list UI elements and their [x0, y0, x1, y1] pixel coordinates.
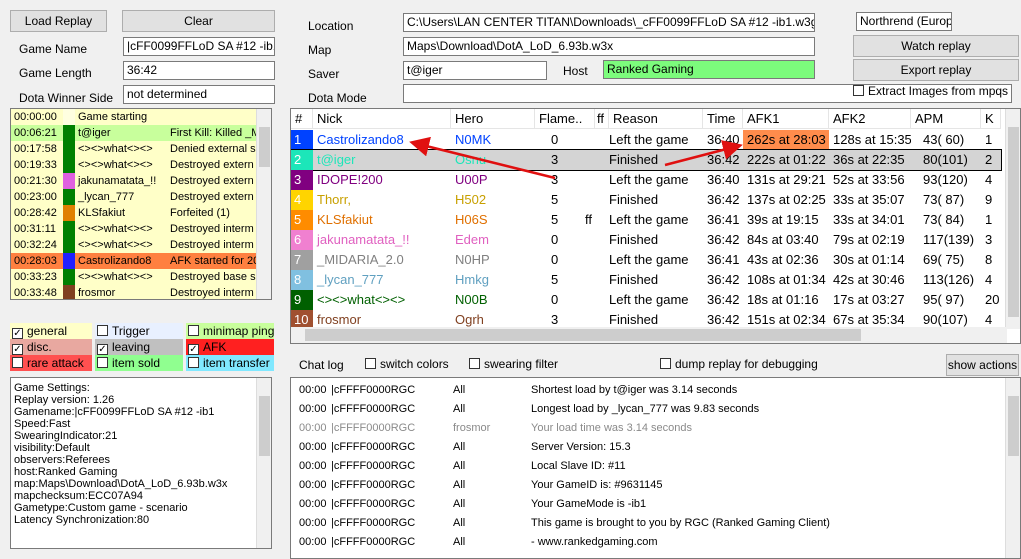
scrollbar-thumb[interactable] — [1008, 396, 1019, 456]
chat-message: Local Slave ID: #11 — [531, 460, 626, 472]
chat-time: 00:00 — [299, 384, 327, 396]
chat-time: 00:00 — [299, 441, 327, 453]
chat-log-label: Chat log — [299, 358, 344, 372]
switch-colors-label: switch colors — [380, 357, 449, 371]
chat-time: 00:00 — [299, 422, 327, 434]
chat-sender: |cFFFF0000RGC — [331, 441, 416, 453]
chat-message: This game is brought to you by RGC (Rank… — [531, 517, 830, 529]
chat-time: 00:00 — [299, 460, 327, 472]
chat-row[interactable]: 00:00 |cFFFF0000RGC All Shortest load by t@… — [291, 381, 1001, 400]
chat-scrollbar[interactable] — [1005, 378, 1020, 558]
dump-replay-checkbox[interactable]: dump replay for debugging — [660, 356, 818, 372]
chat-message: Server Version: 15.3 — [531, 441, 631, 453]
checkbox-icon — [469, 358, 480, 369]
chat-time: 00:00 — [299, 479, 327, 491]
arrow-to-afk — [664, 140, 743, 167]
chat-recipient: All — [453, 479, 466, 491]
chat-row[interactable]: 00:00 |cFFFF0000RGC All Your GameID is: #96… — [291, 476, 1001, 495]
chat-message: Your GameID is: #9631145 — [531, 479, 663, 491]
chat-recipient: All — [453, 403, 466, 415]
dump-replay-label: dump replay for debugging — [675, 357, 818, 371]
chat-sender: |cFFFF0000RGC — [331, 422, 416, 434]
chat-recipient: frosmor — [453, 422, 491, 434]
chat-recipient: All — [453, 536, 466, 548]
chat-time: 00:00 — [299, 536, 327, 548]
chat-row[interactable]: 00:00 |cFFFF0000RGC All - www.rankedgaming.… — [291, 533, 1001, 552]
chat-message: Your load time was 3.14 seconds — [531, 422, 693, 434]
chat-message: Your GameMode is -ib1 — [531, 498, 647, 510]
swearing-filter-checkbox[interactable]: swearing filter — [469, 356, 558, 372]
show-actions-button[interactable]: show actions — [946, 354, 1019, 376]
checkbox-icon — [365, 358, 376, 369]
chat-time: 00:00 — [299, 498, 327, 510]
chat-time: 00:00 — [299, 517, 327, 529]
chat-time: 00:00 — [299, 403, 327, 415]
chat-message: Longest load by _lycan_777 was 9.83 seco… — [531, 403, 760, 415]
chat-sender: |cFFFF0000RGC — [331, 479, 416, 491]
chat-recipient: All — [453, 498, 466, 510]
chat-sender: |cFFFF0000RGC — [331, 460, 416, 472]
chat-row[interactable]: 00:00 |cFFFF0000RGC All Your GameMode is -i… — [291, 495, 1001, 514]
arrow-to-nick — [409, 136, 556, 180]
chat-log[interactable]: 00:00 |cFFFF0000RGC All Shortest load by t@… — [290, 377, 1021, 559]
chat-recipient: All — [453, 517, 466, 529]
chat-recipient: All — [453, 384, 466, 396]
chat-message: Shortest load by t@iger was 3.14 seconds — [531, 384, 738, 396]
chat-recipient: All — [453, 460, 466, 472]
chat-recipient: All — [453, 441, 466, 453]
swearing-filter-label: swearing filter — [484, 357, 559, 371]
chat-row[interactable]: 00:00 |cFFFF0000RGC All This game is brough… — [291, 514, 1001, 533]
switch-colors-checkbox[interactable]: switch colors — [365, 356, 449, 372]
chat-row[interactable]: 00:00 |cFFFF0000RGC All Local Slave ID: #11 — [291, 457, 1001, 476]
chat-message: - www.rankedgaming.com — [531, 536, 658, 548]
chat-sender: |cFFFF0000RGC — [331, 403, 416, 415]
chat-sender: |cFFFF0000RGC — [331, 384, 416, 396]
chat-row[interactable]: 00:00 |cFFFF0000RGC All Longest load by _ly… — [291, 400, 1001, 419]
chat-sender: |cFFFF0000RGC — [331, 517, 416, 529]
chat-row[interactable]: 00:00 |cFFFF0000RGC frosmor Your load time … — [291, 419, 1001, 438]
chat-sender: |cFFFF0000RGC — [331, 498, 416, 510]
chat-row[interactable]: 00:00 |cFFFF0000RGC All Server Version: 15.… — [291, 438, 1001, 457]
checkbox-icon — [660, 358, 671, 369]
chat-sender: |cFFFF0000RGC — [331, 536, 416, 548]
